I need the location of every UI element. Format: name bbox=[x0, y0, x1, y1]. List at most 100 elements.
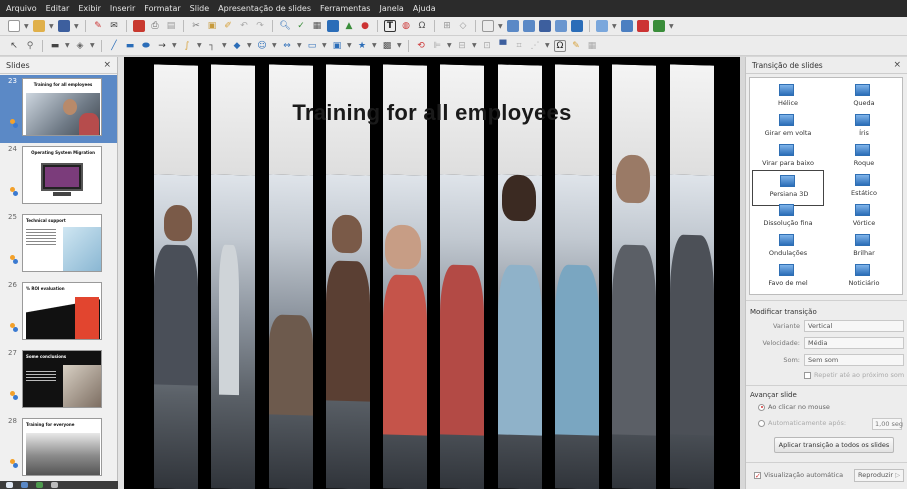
line-icon[interactable]: ╱ bbox=[108, 40, 120, 52]
chevron-down-icon[interactable]: ▼ bbox=[347, 42, 352, 49]
curve-icon[interactable]: ∫ bbox=[181, 40, 193, 52]
menu-formatar[interactable]: Formatar bbox=[144, 4, 180, 13]
block-arrows-icon[interactable]: ⇔ bbox=[281, 40, 293, 52]
auto-advance-spinner[interactable]: 1,00 seg bbox=[872, 418, 903, 430]
interaction-icon[interactable]: ▦ bbox=[586, 40, 598, 52]
menu-apresentacao[interactable]: Apresentação de slides bbox=[218, 4, 311, 13]
gallery-icon[interactable]: Ω bbox=[554, 39, 566, 52]
align-icon[interactable]: ⊫ bbox=[431, 40, 443, 52]
chevron-down-icon[interactable]: ▼ bbox=[612, 23, 617, 30]
speed-select[interactable]: Média bbox=[804, 337, 904, 349]
zoom-icon[interactable]: ⚲ bbox=[24, 40, 36, 52]
slide-stage[interactable]: Training for all employees bbox=[124, 57, 740, 489]
print-icon[interactable]: ⎙ bbox=[149, 20, 161, 32]
chevron-down-icon[interactable]: ▼ bbox=[247, 42, 252, 49]
chevron-down-icon[interactable]: ▼ bbox=[90, 42, 95, 49]
open-folder-icon[interactable] bbox=[33, 20, 45, 32]
edit-file-icon[interactable]: ✎ bbox=[92, 20, 104, 32]
extrusion-icon[interactable]: ⊡ bbox=[481, 40, 493, 52]
slide-thumbnail-27[interactable]: 27 Some conclusions bbox=[0, 347, 117, 415]
menu-ajuda[interactable]: Ajuda bbox=[413, 4, 436, 13]
slide-thumbnail-25[interactable]: 25 Technical support bbox=[0, 211, 117, 279]
find-replace-icon[interactable]: 🔍︎ bbox=[279, 20, 291, 32]
menu-ferramentas[interactable]: Ferramentas bbox=[320, 4, 370, 13]
points-icon[interactable]: ⋰ bbox=[529, 40, 541, 52]
transition-item[interactable]: Noticiário bbox=[828, 260, 900, 294]
grid-icon[interactable]: ⊞ bbox=[441, 20, 453, 32]
play-button[interactable]: Reproduzir ▷ bbox=[854, 469, 904, 482]
master-slide-icon[interactable] bbox=[539, 20, 551, 32]
new-document-icon[interactable] bbox=[8, 20, 20, 32]
slide-thumbnail-23[interactable]: 23 Training for all employees bbox=[0, 75, 117, 143]
undo-icon[interactable]: ↶ bbox=[238, 20, 250, 32]
files-icon[interactable] bbox=[36, 482, 43, 488]
new-slide-icon[interactable] bbox=[507, 20, 519, 32]
cut-icon[interactable]: ✂ bbox=[190, 20, 202, 32]
basic-shapes-icon[interactable]: ◆ bbox=[231, 40, 243, 52]
email-icon[interactable]: ✉ bbox=[108, 20, 120, 32]
arrange-icon[interactable]: ⊟ bbox=[456, 40, 468, 52]
chevron-down-icon[interactable]: ▼ bbox=[197, 42, 202, 49]
print-preview-icon[interactable]: ▤ bbox=[165, 20, 177, 32]
slide-layout-icon[interactable] bbox=[482, 20, 494, 32]
variant-select[interactable]: Vertical bbox=[804, 320, 904, 332]
chevron-down-icon[interactable]: ▼ bbox=[65, 42, 70, 49]
connector-icon[interactable]: ┐ bbox=[206, 40, 218, 52]
chevron-down-icon[interactable]: ▼ bbox=[372, 42, 377, 49]
media-icon[interactable]: ● bbox=[359, 20, 371, 32]
rotate-icon[interactable]: ⟲ bbox=[415, 40, 427, 52]
menu-inserir[interactable]: Inserir bbox=[110, 4, 135, 13]
fontwork-icon[interactable]: ◍ bbox=[400, 20, 412, 32]
chevron-down-icon[interactable]: ▼ bbox=[24, 23, 29, 30]
slide-thumbnail-26[interactable]: 26 % ROI evaluation bbox=[0, 279, 117, 347]
paste-icon[interactable]: ▣ bbox=[206, 20, 218, 32]
duplicate-slide-icon[interactable] bbox=[523, 20, 535, 32]
app-icon[interactable] bbox=[51, 482, 58, 488]
arrow-line-icon[interactable]: → bbox=[156, 40, 168, 52]
repeat-sound-checkbox[interactable]: Repetir até ao próximo som bbox=[750, 371, 904, 379]
menu-arquivo[interactable]: Arquivo bbox=[6, 4, 37, 13]
chevron-down-icon[interactable]: ▼ bbox=[472, 42, 477, 49]
clone-format-icon[interactable]: ✐ bbox=[222, 20, 234, 32]
shadow-icon[interactable]: ▀ bbox=[497, 40, 509, 52]
menu-slide[interactable]: Slide bbox=[190, 4, 210, 13]
chevron-down-icon[interactable]: ▼ bbox=[669, 23, 674, 30]
line-color-icon[interactable]: ▬ bbox=[49, 40, 61, 52]
textbox-icon[interactable]: T bbox=[384, 20, 396, 32]
chevron-down-icon[interactable]: ▼ bbox=[222, 42, 227, 49]
auto-advance-radio[interactable]: Automaticamente após: 1,00 seg bbox=[750, 418, 904, 430]
display-views-icon[interactable] bbox=[596, 20, 608, 32]
apply-to-all-button[interactable]: Aplicar transição a todos os slides bbox=[774, 437, 894, 453]
browser-icon[interactable] bbox=[21, 482, 28, 488]
3d-objects-icon[interactable]: ▩ bbox=[381, 40, 393, 52]
help-icon[interactable] bbox=[653, 20, 665, 32]
start-show-icon[interactable] bbox=[571, 20, 583, 32]
presentation-icon[interactable] bbox=[637, 20, 649, 32]
sidebar-icon[interactable] bbox=[621, 20, 633, 32]
slide-transition-icon[interactable] bbox=[555, 20, 567, 32]
callouts-icon[interactable]: ▣ bbox=[331, 40, 343, 52]
transition-item[interactable]: Favo de mel bbox=[752, 260, 824, 294]
navigator-icon[interactable]: ◇ bbox=[457, 20, 469, 32]
chevron-down-icon[interactable]: ▼ bbox=[322, 42, 327, 49]
chevron-down-icon[interactable]: ▼ bbox=[172, 42, 177, 49]
stars-icon[interactable]: ★ bbox=[356, 40, 368, 52]
start-menu-icon[interactable] bbox=[6, 482, 13, 488]
menu-janela[interactable]: Janela bbox=[379, 4, 403, 13]
ellipse-icon[interactable]: ⬬ bbox=[140, 40, 152, 52]
auto-preview-checkbox[interactable]: ✓ Visualização automática bbox=[754, 471, 854, 479]
flowchart-icon[interactable]: ▭ bbox=[306, 40, 318, 52]
chart-icon[interactable] bbox=[327, 20, 339, 32]
menu-exibir[interactable]: Exibir bbox=[78, 4, 101, 13]
chevron-down-icon[interactable]: ▼ bbox=[545, 42, 550, 49]
table-icon[interactable]: ▦ bbox=[311, 20, 323, 32]
slide-thumbnail-24[interactable]: 24 Operating System Migration bbox=[0, 143, 117, 211]
close-icon[interactable]: × bbox=[893, 60, 901, 70]
chevron-down-icon[interactable]: ▼ bbox=[49, 23, 54, 30]
fontwork-gallery-icon[interactable]: ✎ bbox=[570, 40, 582, 52]
save-icon[interactable] bbox=[58, 20, 70, 32]
export-pdf-icon[interactable] bbox=[133, 20, 145, 32]
close-icon[interactable]: × bbox=[103, 60, 111, 70]
slide-thumbnail-28[interactable]: 28 Training for everyone bbox=[0, 415, 117, 483]
chevron-down-icon[interactable]: ▼ bbox=[297, 42, 302, 49]
